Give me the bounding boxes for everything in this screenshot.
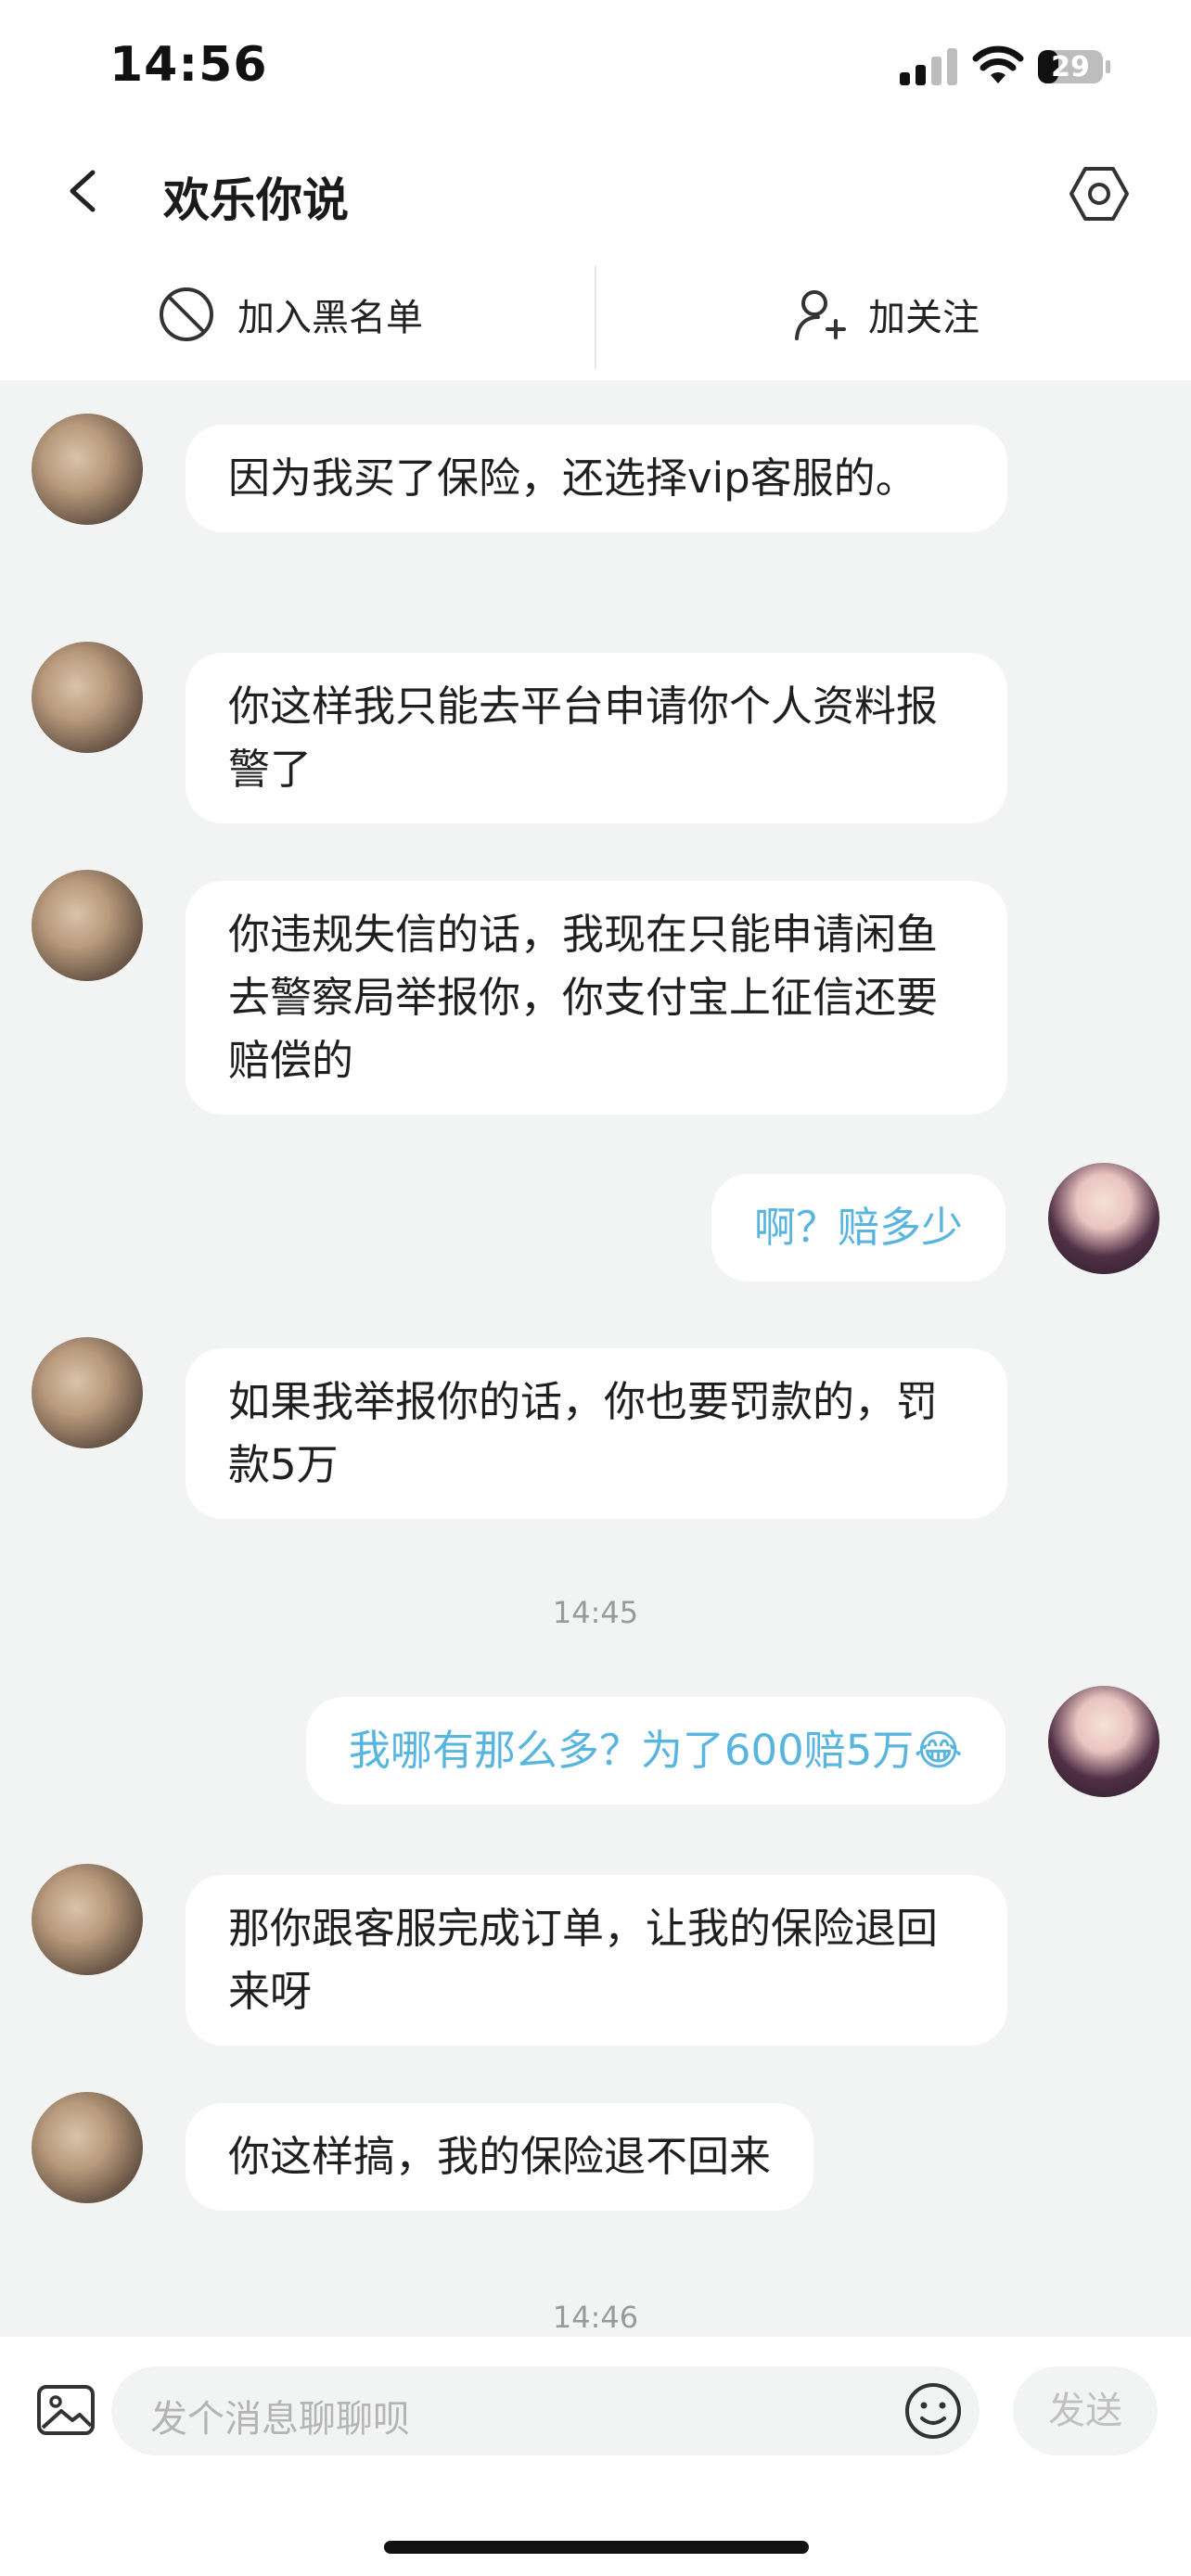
add-user-icon	[795, 290, 846, 340]
avatar[interactable]	[32, 2092, 143, 2203]
message-bubble: 啊？赔多少	[711, 1174, 1005, 1282]
message-timestamp: 14:45	[552, 1595, 639, 1630]
avatar[interactable]	[32, 870, 143, 981]
message-bubble: 你违规失信的话，我现在只能申请闲鱼去警察局举报你，你支付宝上征信还要赔偿的	[186, 881, 1007, 1115]
avatar[interactable]	[32, 642, 143, 753]
block-label: 加入黑名单	[237, 297, 423, 339]
message-bubble: 你这样搞，我的保险退不回来	[186, 2103, 814, 2211]
home-indicator	[384, 2541, 809, 2554]
message-bubble: 你这样我只能去平台申请你个人资料报警了	[186, 653, 1007, 823]
message-bubble: 如果我举报你的话，你也要罚款的，罚款5万	[186, 1348, 1007, 1519]
cellular-signal-icon	[900, 48, 957, 85]
send-label: 发送	[1048, 2390, 1122, 2432]
follow-label: 加关注	[868, 297, 980, 339]
message-bubble: 那你跟客服完成订单，让我的保险退回来呀	[186, 1875, 1007, 2046]
status-time: 14:56	[109, 37, 268, 93]
image-icon[interactable]	[35, 2379, 96, 2441]
avatar[interactable]	[32, 1864, 143, 1975]
message-bubble: 我哪有那么多？为了600赔5万😂	[305, 1697, 1005, 1804]
avatar[interactable]	[32, 414, 143, 525]
message-input-placeholder: 发个消息聊聊呗	[150, 2398, 410, 2441]
action-bar: 加入黑名单 加关注	[0, 250, 1191, 380]
block-button[interactable]: 加入黑名单	[158, 282, 423, 347]
message-bubble: 因为我买了保险，还选择vip客服的。	[186, 425, 1007, 532]
avatar[interactable]	[1048, 1686, 1159, 1797]
emoji-icon[interactable]	[902, 2379, 965, 2442]
battery-level: 29	[1051, 51, 1090, 83]
settings-icon[interactable]	[1069, 163, 1130, 224]
send-button[interactable]: 发送	[1013, 2366, 1158, 2455]
wifi-icon	[972, 45, 1024, 83]
follow-button[interactable]: 加关注	[794, 282, 980, 347]
message-timestamp: 14:46	[552, 2300, 639, 2335]
action-divider	[595, 265, 596, 369]
back-chevron-icon[interactable]	[61, 165, 108, 217]
nav-bar: 欢乐你说	[0, 130, 1191, 250]
block-icon	[160, 287, 213, 341]
avatar[interactable]	[32, 1337, 143, 1448]
battery-icon: 29	[1037, 46, 1111, 87]
page-title: 欢乐你说	[163, 173, 349, 227]
chat-messages: 因为我买了保险，还选择vip客服的。 你这样我只能去平台申请你个人资料报警了 你…	[0, 380, 1191, 2337]
avatar[interactable]	[1048, 1163, 1159, 1274]
message-input[interactable]: 发个消息聊聊呗	[111, 2366, 980, 2455]
status-bar: 14:56 29	[0, 0, 1191, 130]
